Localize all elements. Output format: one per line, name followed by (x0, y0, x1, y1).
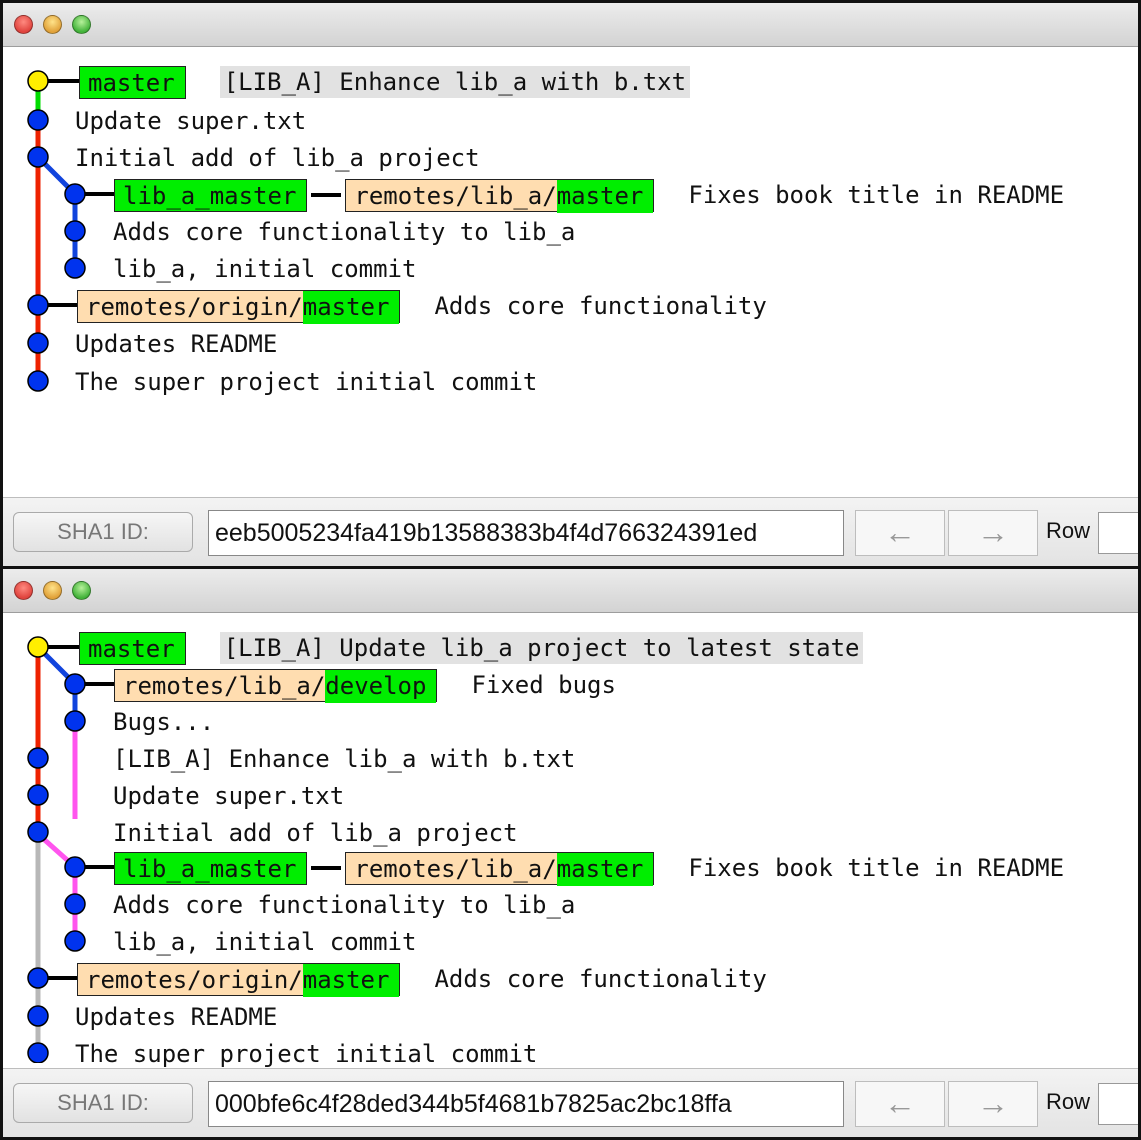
commit-row[interactable]: [LIB_A] Enhance lib_a with b.txt (113, 740, 575, 777)
commit-graph: master [LIB_A] Enhance lib_a with b.txt U… (3, 47, 1138, 492)
commit-row[interactable]: remotes/origin/master Adds core functiona… (77, 960, 767, 997)
commit-row[interactable]: Update super.txt (75, 102, 306, 139)
commit-graph: master [LIB_A] Update lib_a project to la… (3, 613, 1138, 1068)
commit-subject: Initial add of lib_a project (75, 144, 480, 172)
branch-name: master (556, 179, 654, 213)
commit-subject: Updates README (75, 1003, 278, 1031)
commit-row[interactable]: lib_a_master remotes/lib_a/master Fixes bo… (114, 176, 1064, 213)
remote-branch-label[interactable]: remotes/origin/master (77, 962, 401, 997)
row-field[interactable] (1098, 1083, 1138, 1125)
commit-subject: Fixed bugs (471, 671, 616, 699)
remote-branch-label[interactable]: remotes/origin/master (77, 289, 401, 324)
commit-list: master [LIB_A] Update lib_a project to la… (3, 613, 1138, 1068)
commit-row[interactable]: Update super.txt (113, 777, 344, 814)
commit-subject: Adds core functionality (434, 292, 767, 320)
commit-subject: [LIB_A] Enhance lib_a with b.txt (113, 745, 576, 773)
row-label: Row (1046, 518, 1091, 543)
commit-row[interactable]: Initial add of lib_a project (113, 814, 518, 851)
remote-prefix: remotes/origin/ (86, 292, 303, 321)
sha1-id-field[interactable]: eeb5005234fa419b13588383b4f4d766324391ed (208, 510, 844, 556)
sha1-id-button[interactable]: SHA1 ID: (13, 512, 193, 552)
remote-prefix: remotes/lib_a/ (354, 181, 557, 210)
branch-name: master (556, 852, 654, 886)
commit-subject: Update super.txt (113, 782, 345, 810)
arrow-right-icon: → (977, 514, 1009, 550)
remote-branch-label[interactable]: remotes/lib_a/master (345, 851, 655, 886)
commit-row[interactable]: The super project initial commit (75, 1035, 537, 1072)
row-label: Row (1046, 1089, 1091, 1114)
branch-name: lib_a_master (123, 181, 297, 210)
commit-list: master [LIB_A] Enhance lib_a with b.txt U… (3, 47, 1138, 492)
commit-row[interactable]: lib_a_master remotes/lib_a/master Fixes bo… (114, 849, 1064, 886)
commit-subject: [LIB_A] Enhance lib_a with b.txt (219, 66, 691, 98)
commit-row[interactable]: The super project initial commit (75, 363, 537, 400)
commit-row[interactable]: lib_a, initial commit (113, 250, 416, 287)
commit-subject: Update super.txt (75, 107, 307, 135)
sha1-id-field[interactable]: 000bfe6c4f28ded344b5f4681b7825ac2bc18ffa (208, 1081, 844, 1127)
status-bar: SHA1 ID: 000bfe6c4f28ded344b5f4681b7825a… (3, 1068, 1138, 1137)
remote-branch-label[interactable]: remotes/lib_a/develop (114, 668, 438, 703)
arrow-right-icon: → (977, 1085, 1009, 1121)
commit-subject: lib_a, initial commit (113, 928, 417, 956)
commit-row[interactable]: Adds core functionality to lib_a (113, 886, 575, 923)
commit-subject: Fixes book title in README (688, 854, 1065, 882)
forward-button[interactable]: → (948, 1081, 1038, 1127)
commit-row[interactable]: master [LIB_A] Update lib_a project to la… (79, 629, 864, 666)
ref-connector (311, 866, 342, 870)
commit-row[interactable]: Bugs... (113, 703, 214, 740)
back-button[interactable]: ← (855, 1081, 945, 1127)
zoom-button[interactable] (72, 581, 91, 600)
local-branch-label[interactable]: master (79, 631, 186, 665)
minimize-button[interactable] (43, 581, 62, 600)
remote-prefix: remotes/lib_a/ (123, 671, 326, 700)
zoom-button[interactable] (72, 15, 91, 34)
branch-name: master (88, 68, 175, 97)
arrow-left-icon: ← (884, 1085, 916, 1121)
branch-name: lib_a_master (123, 854, 297, 883)
forward-button[interactable]: → (948, 510, 1038, 556)
commit-row[interactable]: Initial add of lib_a project (75, 139, 480, 176)
row-field[interactable] (1098, 512, 1138, 554)
commit-row[interactable]: master [LIB_A] Enhance lib_a with b.txt (79, 63, 691, 100)
minimize-button[interactable] (43, 15, 62, 34)
commit-subject: Adds core functionality to lib_a (113, 891, 576, 919)
status-bar: SHA1 ID: eeb5005234fa419b13588383b4f4d76… (3, 497, 1138, 566)
commit-subject: Adds core functionality to lib_a (113, 218, 576, 246)
back-button[interactable]: ← (855, 510, 945, 556)
commit-subject: Initial add of lib_a project (113, 819, 518, 847)
commit-subject: Fixes book title in README (688, 181, 1065, 209)
commit-subject: [LIB_A] Update lib_a project to latest s… (219, 632, 864, 664)
local-branch-label[interactable]: lib_a_master (114, 851, 308, 885)
ref-connector (311, 193, 342, 197)
commit-subject: Updates README (75, 330, 278, 358)
commit-row[interactable]: Adds core functionality to lib_a (113, 213, 575, 250)
branch-name: master (88, 634, 175, 663)
commit-row[interactable]: Updates README (75, 325, 277, 362)
arrow-left-icon: ← (884, 514, 916, 550)
sha1-id-button[interactable]: SHA1 ID: (13, 1083, 193, 1123)
local-branch-label[interactable]: lib_a_master (114, 178, 308, 212)
local-branch-label[interactable]: master (79, 65, 186, 99)
gitk-window-top: master [LIB_A] Enhance lib_a with b.txt U… (0, 0, 1141, 569)
remote-prefix: remotes/lib_a/ (354, 854, 557, 883)
commit-row[interactable]: lib_a, initial commit (113, 923, 416, 960)
remote-branch-label[interactable]: remotes/lib_a/master (345, 178, 655, 213)
remote-prefix: remotes/origin/ (86, 965, 303, 994)
close-button[interactable] (14, 15, 33, 34)
close-button[interactable] (14, 581, 33, 600)
branch-name: develop (325, 669, 437, 703)
commit-subject: Bugs... (113, 708, 215, 736)
commit-subject: The super project initial commit (75, 368, 538, 396)
branch-name: master (302, 290, 400, 324)
commit-row[interactable]: remotes/lib_a/develop Fixed bugs (114, 666, 616, 703)
gitk-window-bottom: master [LIB_A] Update lib_a project to la… (0, 566, 1141, 1140)
commit-subject: The super project initial commit (75, 1040, 538, 1068)
commit-row[interactable]: remotes/origin/master Adds core functiona… (77, 287, 767, 324)
commit-row[interactable]: Updates README (75, 998, 277, 1035)
title-bar (3, 3, 1138, 47)
title-bar (3, 569, 1138, 613)
commit-subject: Adds core functionality (434, 965, 767, 993)
commit-subject: lib_a, initial commit (113, 255, 417, 283)
branch-name: master (302, 963, 400, 997)
